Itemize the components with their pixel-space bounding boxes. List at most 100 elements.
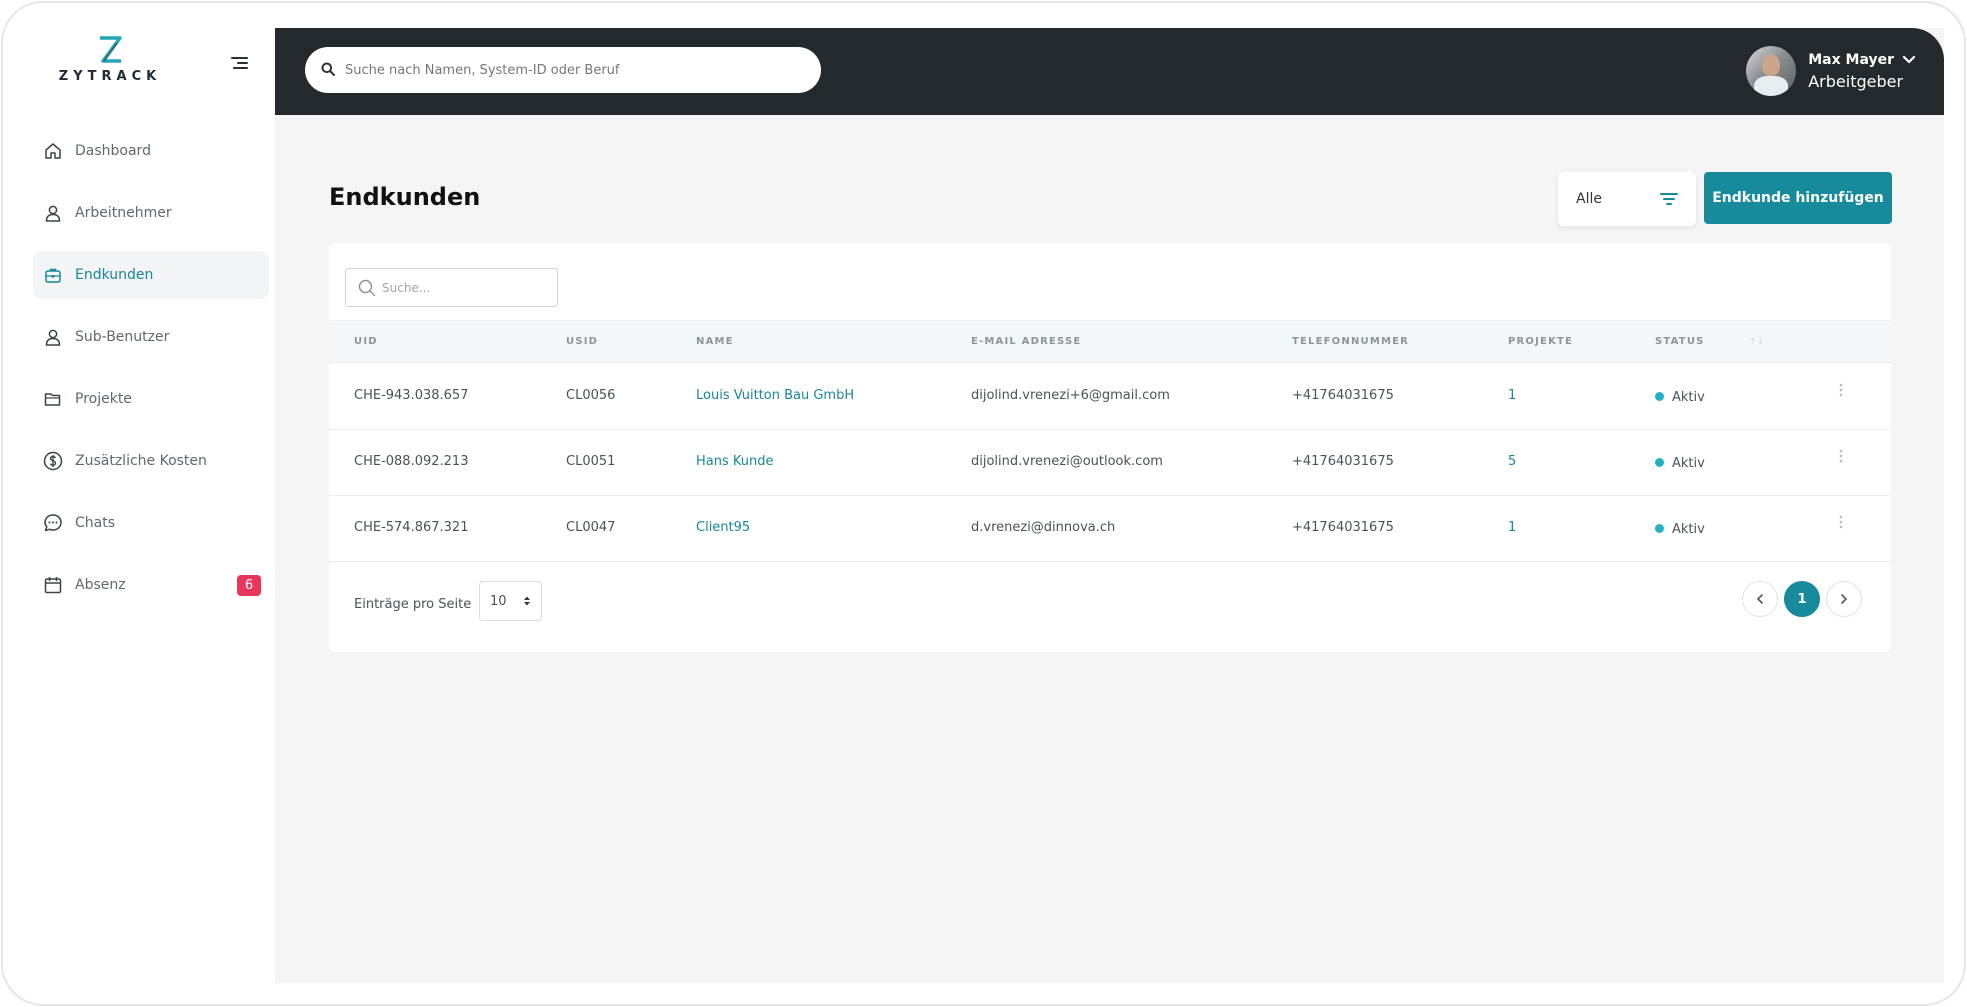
chevron-right-icon [1841,594,1848,604]
column-header-email[interactable]: E-MAIL ADRESSE [971,336,1081,347]
cell-uid: CHE-943.038.657 [354,388,469,403]
sidebar-item-label: Dashboard [75,143,151,159]
page-title: Endkunden [329,183,481,211]
avatar[interactable] [1746,46,1797,96]
cell-uid: CHE-088.092.213 [354,454,469,469]
table-search-input[interactable] [382,280,552,295]
sidebar-item-projekte[interactable]: Projekte [33,375,269,423]
cell-phone: +41764031675 [1292,454,1394,469]
sidebar-item-label: Projekte [75,391,132,407]
logo[interactable]: ZYTRACK [55,35,165,95]
cell-name-link[interactable]: Client95 [696,520,750,535]
sidebar-item-label: Endkunden [75,267,154,283]
chevron-left-icon [1756,594,1763,604]
cell-usid: CL0056 [566,388,616,403]
sidebar-item-chats[interactable]: Chats [33,499,269,547]
column-header-uid[interactable]: UID [354,336,378,347]
calendar-icon [43,575,63,595]
status-dot [1655,524,1664,533]
home-icon [43,141,63,161]
cell-status: Aktiv [1655,390,1705,405]
per-page-label: Einträge pro Seite [354,597,472,612]
status-label: Aktiv [1672,522,1705,537]
sidebar-item-label: Absenz [75,577,126,593]
cell-status: Aktiv [1655,522,1705,537]
sidebar-item-label: Zusätzliche Kosten [75,453,207,469]
global-search-input[interactable] [345,62,785,78]
search-icon [321,61,335,80]
more-options-icon[interactable] [1838,514,1844,530]
cell-usid: CL0047 [566,520,616,535]
user-icon [43,327,63,347]
column-header-name[interactable]: NAME [696,336,734,347]
sidebar-item-endkunden[interactable]: Endkunden [33,251,269,299]
cell-usid: CL0051 [566,454,616,469]
logo-text: ZYTRACK [58,69,162,84]
sidebar-item-sub-benutzer[interactable]: Sub-Benutzer [33,313,269,361]
main-content: Max Mayer Arbeitgeber Endkunden Alle End… [275,28,1944,983]
status-label: Aktiv [1672,456,1705,471]
filter-value: Alle [1576,191,1602,207]
top-header: Max Mayer Arbeitgeber [275,28,1944,115]
cell-name-link[interactable]: Hans Kunde [696,454,774,469]
previous-page-button[interactable] [1742,581,1778,617]
cell-email: d.vrenezi@dinnova.ch [971,520,1116,535]
sidebar-item-label: Chats [75,515,116,531]
filter-icon [1660,193,1678,205]
status-dot [1655,458,1664,467]
table-header: UID USID NAME E-MAIL ADRESSE TELEFONNUMM… [329,320,1891,363]
user-icon [43,203,63,223]
sort-caret-icon [524,596,530,606]
more-options-icon[interactable] [1838,448,1844,464]
column-header-status[interactable]: STATUS [1655,336,1705,347]
cell-projects-link[interactable]: 1 [1508,388,1516,403]
table-row[interactable]: CHE-088.092.213 CL0051 Hans Kunde dijoli… [329,430,1891,496]
user-name: Max Mayer [1808,51,1894,68]
cell-name-link[interactable]: Louis Vuitton Bau GmbH [696,388,854,403]
sidebar: ZYTRACK Dashboard Arbeitnehmer Endkunden… [3,3,275,983]
cell-projects-link[interactable]: 5 [1508,454,1516,469]
folder-icon [43,389,63,409]
global-search[interactable] [305,47,821,93]
sidebar-item-label: Sub-Benutzer [75,329,170,345]
column-header-phone[interactable]: TELEFONNUMMER [1292,336,1409,347]
cell-status: Aktiv [1655,456,1705,471]
logo-icon [100,36,122,63]
dollar-icon [43,451,63,471]
cell-projects-link[interactable]: 1 [1508,520,1516,535]
column-header-projects[interactable]: PROJEKTE [1508,336,1573,347]
table-search[interactable] [345,268,558,307]
status-label: Aktiv [1672,390,1705,405]
add-customer-button[interactable]: Endkunde hinzufügen [1704,172,1892,224]
user-menu[interactable]: Max Mayer Arbeitgeber [1746,44,1916,98]
notification-badge: 6 [237,575,261,596]
sidebar-item-zusaetzliche-kosten[interactable]: Zusätzliche Kosten [33,437,269,485]
cell-email: dijolind.vrenezi@outlook.com [971,454,1163,469]
briefcase-icon [43,265,63,285]
table-row[interactable]: CHE-574.867.321 CL0047 Client95 d.vrenez… [329,496,1891,562]
per-page-value: 10 [490,593,507,609]
chat-icon [43,513,63,533]
next-page-button[interactable] [1826,581,1862,617]
search-icon [358,279,376,296]
customers-table-card: UID USID NAME E-MAIL ADRESSE TELEFONNUMM… [329,243,1891,652]
status-filter-select[interactable]: Alle [1558,172,1696,226]
chevron-down-icon[interactable] [1902,55,1916,65]
cell-email: dijolind.vrenezi+6@gmail.com [971,388,1170,403]
sidebar-nav: Dashboard Arbeitnehmer Endkunden Sub-Ben… [33,127,269,623]
menu-toggle-icon[interactable] [231,55,251,71]
table-row[interactable]: CHE-943.038.657 CL0056 Louis Vuitton Bau… [329,364,1891,430]
cell-uid: CHE-574.867.321 [354,520,469,535]
sort-icon[interactable]: ↑↓ [1749,337,1764,347]
status-dot [1655,392,1664,401]
cell-phone: +41764031675 [1292,388,1394,403]
column-header-usid[interactable]: USID [566,336,598,347]
sidebar-item-arbeitnehmer[interactable]: Arbeitnehmer [33,189,269,237]
page-button-current[interactable]: 1 [1784,581,1820,617]
per-page-select[interactable]: 10 [479,581,542,621]
user-role: Arbeitgeber [1808,71,1904,91]
more-options-icon[interactable] [1838,382,1844,398]
sidebar-item-absenz[interactable]: Absenz 6 [33,561,269,609]
app-frame: ZYTRACK Dashboard Arbeitnehmer Endkunden… [1,1,1966,1006]
sidebar-item-dashboard[interactable]: Dashboard [33,127,269,175]
